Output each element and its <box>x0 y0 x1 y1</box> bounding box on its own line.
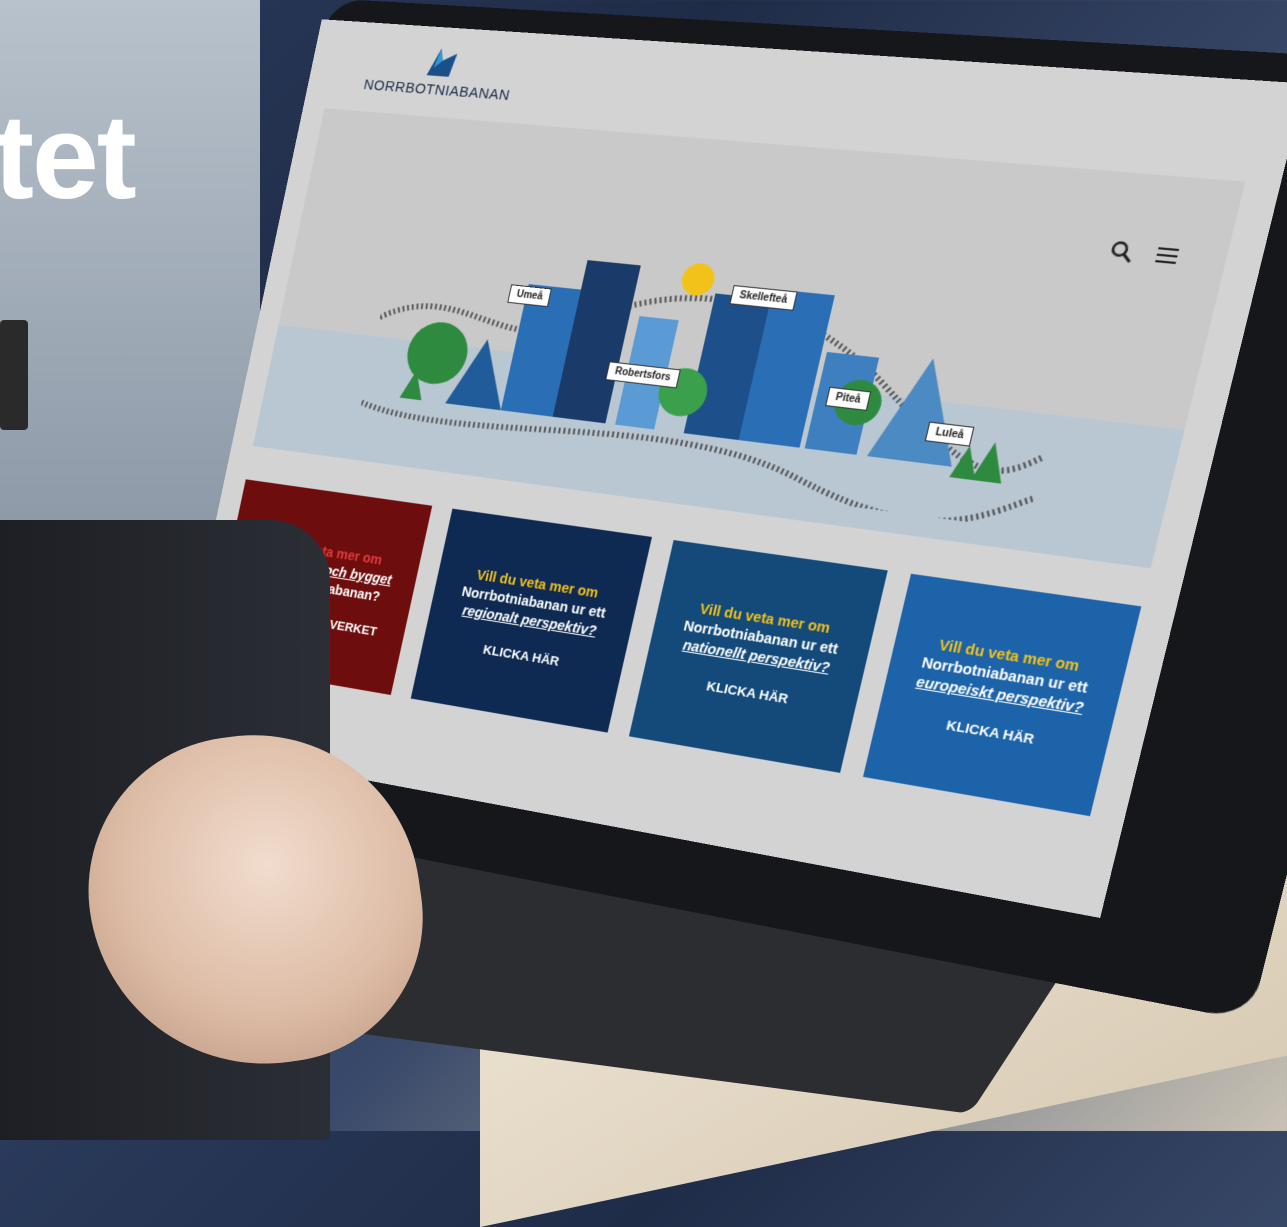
illustration-graphic <box>353 212 1086 530</box>
search-icon[interactable] <box>1106 239 1136 265</box>
background-headline-fragment: tet <box>0 88 135 226</box>
city-illustration: Umeå Robertsfors Skellefteå Piteå Luleå <box>353 212 1086 530</box>
background-wall <box>0 0 260 520</box>
hero-banner: Umeå Robertsfors Skellefteå Piteå Luleå <box>253 108 1245 568</box>
card-european[interactable]: Vill du veta mer om Norrbotniabanan ur e… <box>863 574 1141 816</box>
card-regional[interactable]: Vill du veta mer om Norrbotniabanan ur e… <box>411 509 652 733</box>
site-logo[interactable]: NORRBOTNIABANAN <box>362 42 519 104</box>
header-tools <box>1106 239 1182 269</box>
card-national[interactable]: Vill du veta mer om Norrbotniabanan ur e… <box>629 540 888 773</box>
coffee-cup <box>0 320 28 430</box>
card-cta-button[interactable]: KLICKA HÄR <box>482 641 561 670</box>
site-name: NORRBOTNIABANAN <box>362 77 511 104</box>
card-cta-button[interactable]: KLICKA HÄR <box>945 716 1037 748</box>
hamburger-menu-icon[interactable] <box>1152 243 1183 269</box>
logo-mark-icon <box>422 46 462 81</box>
card-cta-button[interactable]: KLICKA HÄR <box>705 677 790 708</box>
